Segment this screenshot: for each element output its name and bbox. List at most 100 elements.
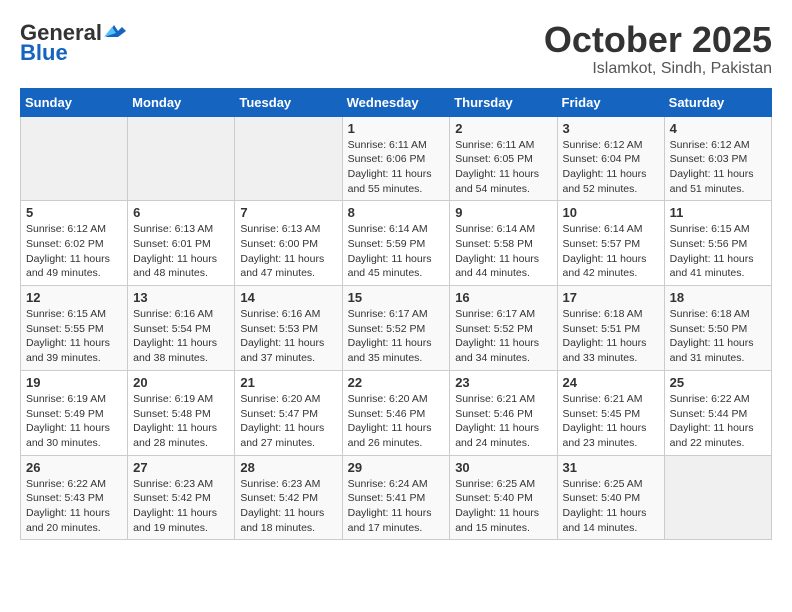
calendar-cell: 26 Sunrise: 6:22 AMSunset: 5:43 PMDayligh… xyxy=(21,455,128,540)
logo: General Blue xyxy=(20,20,126,66)
day-number: 17 xyxy=(563,290,659,305)
day-info: Sunrise: 6:23 AMSunset: 5:42 PMDaylight:… xyxy=(133,477,229,536)
weekday-header-thursday: Thursday xyxy=(450,88,557,116)
calendar-cell xyxy=(128,116,235,201)
day-number: 5 xyxy=(26,205,122,220)
day-info: Sunrise: 6:23 AMSunset: 5:42 PMDaylight:… xyxy=(240,477,336,536)
day-info: Sunrise: 6:25 AMSunset: 5:40 PMDaylight:… xyxy=(455,477,551,536)
day-number: 29 xyxy=(348,460,445,475)
month-title: October 2025 xyxy=(544,20,772,60)
day-info: Sunrise: 6:14 AMSunset: 5:58 PMDaylight:… xyxy=(455,222,551,281)
day-number: 15 xyxy=(348,290,445,305)
logo-bird-icon xyxy=(104,23,126,39)
calendar-cell: 14 Sunrise: 6:16 AMSunset: 5:53 PMDayligh… xyxy=(235,286,342,371)
page-header: General Blue October 2025 Islamkot, Sind… xyxy=(20,20,772,78)
location-subtitle: Islamkot, Sindh, Pakistan xyxy=(544,60,772,78)
day-number: 30 xyxy=(455,460,551,475)
day-info: Sunrise: 6:14 AMSunset: 5:59 PMDaylight:… xyxy=(348,222,445,281)
day-number: 22 xyxy=(348,375,445,390)
calendar-table: SundayMondayTuesdayWednesdayThursdayFrid… xyxy=(20,88,772,541)
day-number: 3 xyxy=(563,121,659,136)
day-info: Sunrise: 6:13 AMSunset: 6:00 PMDaylight:… xyxy=(240,222,336,281)
day-info: Sunrise: 6:12 AMSunset: 6:04 PMDaylight:… xyxy=(563,138,659,197)
calendar-cell: 7Sunrise: 6:13 AMSunset: 6:00 PMDaylight… xyxy=(235,201,342,286)
calendar-cell: 1Sunrise: 6:11 AMSunset: 6:06 PMDaylight… xyxy=(342,116,450,201)
day-info: Sunrise: 6:18 AMSunset: 5:51 PMDaylight:… xyxy=(563,307,659,366)
calendar-cell: 3 Sunrise: 6:12 AMSunset: 6:04 PMDaylight… xyxy=(557,116,664,201)
calendar-cell: 4 Sunrise: 6:12 AMSunset: 6:03 PMDaylight… xyxy=(664,116,771,201)
day-info: Sunrise: 6:17 AMSunset: 5:52 PMDaylight:… xyxy=(455,307,551,366)
day-number: 11 xyxy=(670,205,766,220)
day-info: Sunrise: 6:18 AMSunset: 5:50 PMDaylight:… xyxy=(670,307,766,366)
weekday-header-saturday: Saturday xyxy=(664,88,771,116)
calendar-week-row: 1Sunrise: 6:11 AMSunset: 6:06 PMDaylight… xyxy=(21,116,772,201)
day-info: Sunrise: 6:24 AMSunset: 5:41 PMDaylight:… xyxy=(348,477,445,536)
calendar-cell: 21Sunrise: 6:20 AMSunset: 5:47 PMDayligh… xyxy=(235,370,342,455)
calendar-cell: 29 Sunrise: 6:24 AMSunset: 5:41 PMDayligh… xyxy=(342,455,450,540)
calendar-week-row: 12 Sunrise: 6:15 AMSunset: 5:55 PMDayligh… xyxy=(21,286,772,371)
calendar-cell: 16Sunrise: 6:17 AMSunset: 5:52 PMDayligh… xyxy=(450,286,557,371)
day-info: Sunrise: 6:12 AMSunset: 6:02 PMDaylight:… xyxy=(26,222,122,281)
calendar-cell xyxy=(664,455,771,540)
day-number: 13 xyxy=(133,290,229,305)
day-number: 4 xyxy=(670,121,766,136)
calendar-cell: 10Sunrise: 6:14 AMSunset: 5:57 PMDayligh… xyxy=(557,201,664,286)
calendar-cell: 9Sunrise: 6:14 AMSunset: 5:58 PMDaylight… xyxy=(450,201,557,286)
calendar-cell: 8 Sunrise: 6:14 AMSunset: 5:59 PMDaylight… xyxy=(342,201,450,286)
weekday-header-wednesday: Wednesday xyxy=(342,88,450,116)
day-info: Sunrise: 6:16 AMSunset: 5:53 PMDaylight:… xyxy=(240,307,336,366)
calendar-cell: 23 Sunrise: 6:21 AMSunset: 5:46 PMDayligh… xyxy=(450,370,557,455)
weekday-header-tuesday: Tuesday xyxy=(235,88,342,116)
day-info: Sunrise: 6:22 AMSunset: 5:43 PMDaylight:… xyxy=(26,477,122,536)
day-number: 31 xyxy=(563,460,659,475)
day-number: 14 xyxy=(240,290,336,305)
calendar-cell: 5 Sunrise: 6:12 AMSunset: 6:02 PMDaylight… xyxy=(21,201,128,286)
day-info: Sunrise: 6:13 AMSunset: 6:01 PMDaylight:… xyxy=(133,222,229,281)
day-number: 21 xyxy=(240,375,336,390)
day-info: Sunrise: 6:15 AMSunset: 5:55 PMDaylight:… xyxy=(26,307,122,366)
day-number: 12 xyxy=(26,290,122,305)
day-info: Sunrise: 6:12 AMSunset: 6:03 PMDaylight:… xyxy=(670,138,766,197)
day-info: Sunrise: 6:11 AMSunset: 6:06 PMDaylight:… xyxy=(348,138,445,197)
calendar-cell: 22Sunrise: 6:20 AMSunset: 5:46 PMDayligh… xyxy=(342,370,450,455)
day-info: Sunrise: 6:19 AMSunset: 5:49 PMDaylight:… xyxy=(26,392,122,451)
calendar-cell xyxy=(235,116,342,201)
day-info: Sunrise: 6:22 AMSunset: 5:44 PMDaylight:… xyxy=(670,392,766,451)
day-number: 8 xyxy=(348,205,445,220)
calendar-cell: 13 Sunrise: 6:16 AMSunset: 5:54 PMDayligh… xyxy=(128,286,235,371)
weekday-header-sunday: Sunday xyxy=(21,88,128,116)
calendar-cell: 24Sunrise: 6:21 AMSunset: 5:45 PMDayligh… xyxy=(557,370,664,455)
calendar-week-row: 26 Sunrise: 6:22 AMSunset: 5:43 PMDayligh… xyxy=(21,455,772,540)
day-number: 24 xyxy=(563,375,659,390)
calendar-week-row: 5 Sunrise: 6:12 AMSunset: 6:02 PMDaylight… xyxy=(21,201,772,286)
calendar-cell: 2 Sunrise: 6:11 AMSunset: 6:05 PMDaylight… xyxy=(450,116,557,201)
day-info: Sunrise: 6:11 AMSunset: 6:05 PMDaylight:… xyxy=(455,138,551,197)
day-number: 28 xyxy=(240,460,336,475)
calendar-cell: 17 Sunrise: 6:18 AMSunset: 5:51 PMDayligh… xyxy=(557,286,664,371)
calendar-cell: 20Sunrise: 6:19 AMSunset: 5:48 PMDayligh… xyxy=(128,370,235,455)
calendar-cell xyxy=(21,116,128,201)
day-number: 10 xyxy=(563,205,659,220)
calendar-cell: 28 Sunrise: 6:23 AMSunset: 5:42 PMDayligh… xyxy=(235,455,342,540)
calendar-cell: 27Sunrise: 6:23 AMSunset: 5:42 PMDayligh… xyxy=(128,455,235,540)
day-number: 23 xyxy=(455,375,551,390)
calendar-cell: 19 Sunrise: 6:19 AMSunset: 5:49 PMDayligh… xyxy=(21,370,128,455)
weekday-header-row: SundayMondayTuesdayWednesdayThursdayFrid… xyxy=(21,88,772,116)
day-number: 25 xyxy=(670,375,766,390)
calendar-cell: 25 Sunrise: 6:22 AMSunset: 5:44 PMDayligh… xyxy=(664,370,771,455)
weekday-header-friday: Friday xyxy=(557,88,664,116)
day-info: Sunrise: 6:21 AMSunset: 5:46 PMDaylight:… xyxy=(455,392,551,451)
day-number: 20 xyxy=(133,375,229,390)
calendar-cell: 31 Sunrise: 6:25 AMSunset: 5:40 PMDayligh… xyxy=(557,455,664,540)
weekday-header-monday: Monday xyxy=(128,88,235,116)
day-number: 26 xyxy=(26,460,122,475)
calendar-cell: 12 Sunrise: 6:15 AMSunset: 5:55 PMDayligh… xyxy=(21,286,128,371)
calendar-cell: 15 Sunrise: 6:17 AMSunset: 5:52 PMDayligh… xyxy=(342,286,450,371)
calendar-cell: 18Sunrise: 6:18 AMSunset: 5:50 PMDayligh… xyxy=(664,286,771,371)
day-number: 19 xyxy=(26,375,122,390)
day-info: Sunrise: 6:25 AMSunset: 5:40 PMDaylight:… xyxy=(563,477,659,536)
day-info: Sunrise: 6:15 AMSunset: 5:56 PMDaylight:… xyxy=(670,222,766,281)
day-info: Sunrise: 6:17 AMSunset: 5:52 PMDaylight:… xyxy=(348,307,445,366)
day-number: 2 xyxy=(455,121,551,136)
day-info: Sunrise: 6:16 AMSunset: 5:54 PMDaylight:… xyxy=(133,307,229,366)
